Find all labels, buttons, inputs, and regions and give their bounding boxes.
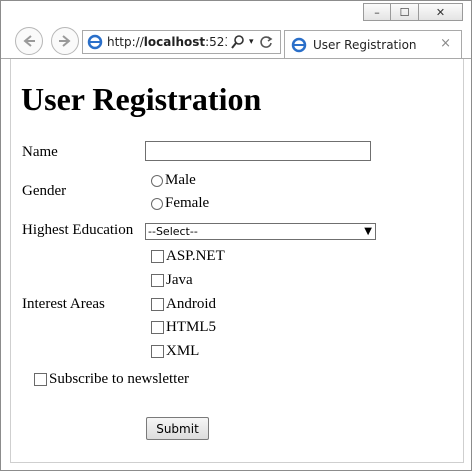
gender-label: Gender: [22, 183, 67, 199]
name-input[interactable]: [145, 141, 371, 161]
dropdown-arrow-icon[interactable]: ▾: [249, 37, 254, 47]
newsletter-checkbox[interactable]: Subscribe to newsletter: [34, 371, 189, 388]
education-select[interactable]: --Select-- ▼: [145, 223, 376, 240]
checkbox-box[interactable]: [151, 345, 164, 358]
chevron-down-icon[interactable]: ▼: [364, 224, 372, 239]
interest-aspnet-label: ASP.NET: [166, 248, 225, 264]
interest-xml-checkbox[interactable]: XML: [151, 343, 199, 360]
interest-java-label: Java: [166, 272, 193, 288]
browser-chrome: – ☐ ✕ http://localhost:52382/ ▾: [1, 1, 471, 61]
checkbox-box[interactable]: [151, 298, 164, 311]
education-selected-value: --Select--: [148, 225, 198, 238]
tab-user-registration[interactable]: User Registration ×: [284, 30, 462, 58]
window-controls: – ☐ ✕: [363, 3, 463, 21]
gender-female-label: Female: [165, 195, 210, 211]
interest-android-checkbox[interactable]: Android: [151, 296, 216, 313]
tab-close-icon[interactable]: ×: [440, 36, 451, 51]
checkbox-box[interactable]: [34, 373, 47, 386]
gender-male-label: Male: [165, 172, 196, 188]
interest-areas-label: Interest Areas: [22, 296, 105, 312]
gender-male-radio[interactable]: Male: [151, 172, 196, 189]
submit-button[interactable]: Submit: [146, 417, 209, 440]
checkbox-box[interactable]: [151, 250, 164, 263]
education-label: Highest Education: [22, 222, 134, 238]
maximize-button[interactable]: ☐: [391, 3, 419, 21]
back-button[interactable]: [15, 27, 43, 55]
browser-window: – ☐ ✕ http://localhost:52382/ ▾: [0, 0, 472, 471]
ie-tab-icon: [291, 37, 307, 53]
tab-title: User Registration: [313, 37, 417, 52]
checkbox-box[interactable]: [151, 321, 164, 334]
checkbox-box[interactable]: [151, 274, 164, 287]
forward-arrow-icon: [59, 35, 71, 47]
interest-android-label: Android: [166, 296, 216, 312]
name-label: Name: [22, 144, 58, 160]
forward-button[interactable]: [51, 27, 79, 55]
page-content: User Registration Name Gender Male Femal…: [10, 59, 464, 463]
page-title: User Registration: [21, 81, 262, 117]
refresh-icon[interactable]: [259, 35, 273, 49]
address-bar[interactable]: http://localhost:52382/ ▾: [82, 30, 281, 54]
ie-page-icon: [87, 34, 103, 50]
gender-female-radio[interactable]: Female: [151, 195, 209, 212]
interest-html5-label: HTML5: [166, 319, 216, 335]
address-url[interactable]: http://localhost:52382/: [107, 35, 227, 49]
minimize-button[interactable]: –: [363, 3, 391, 21]
newsletter-label: Subscribe to newsletter: [49, 371, 189, 387]
interest-aspnet-checkbox[interactable]: ASP.NET: [151, 248, 225, 265]
close-window-button[interactable]: ✕: [419, 3, 463, 21]
interest-xml-label: XML: [166, 343, 200, 359]
radio-circle[interactable]: [151, 174, 163, 187]
radio-circle[interactable]: [151, 197, 163, 210]
search-icon[interactable]: [231, 35, 245, 49]
interest-html5-checkbox[interactable]: HTML5: [151, 319, 216, 336]
back-arrow-icon: [23, 35, 35, 47]
interest-java-checkbox[interactable]: Java: [151, 272, 193, 289]
